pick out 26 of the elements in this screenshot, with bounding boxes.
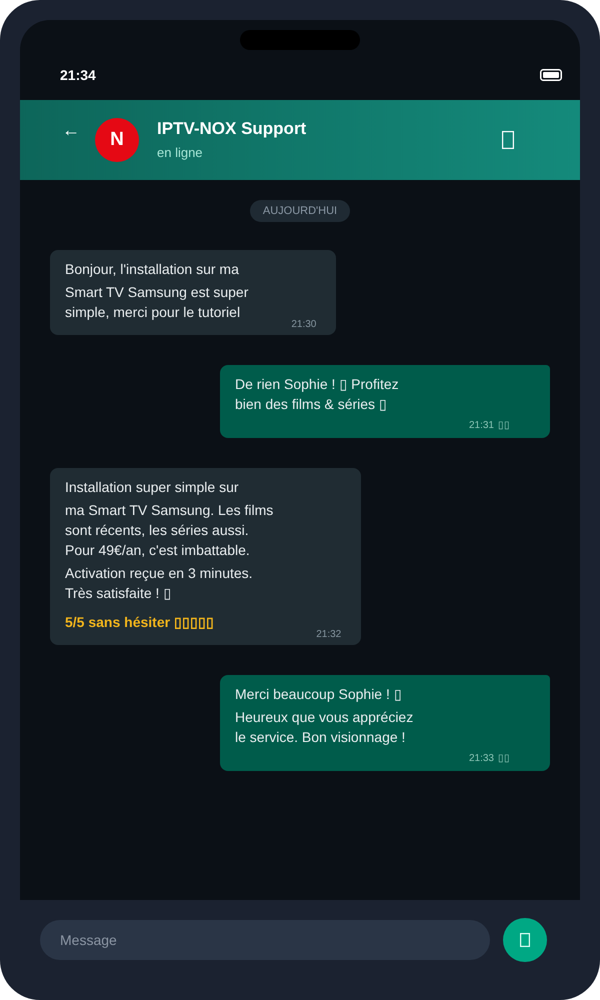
message-time: 21:30	[291, 319, 316, 331]
message-text: ma Smart TV Samsung. Les films sont récents, les séries aussi. Pour 49€/an, c'est imbattable.	[65, 501, 274, 560]
status-glyphs: ▯▯	[498, 753, 510, 765]
message-text: Activation reçue en 3 minutes. Très satisfaite ! ▯	[65, 564, 254, 603]
message-text: Bonjour, l'installation sur ma	[65, 260, 240, 279]
rating-text: 5/5 sans hésiter ▯▯▯▯▯	[65, 613, 215, 632]
message-text: Heureux que vous appréciez le service. Bon visionnage !	[235, 708, 414, 747]
message-text: Smart TV Samsung est super simple, merci pour le tutoriel	[65, 283, 248, 322]
message-time: 21:33	[468, 753, 494, 765]
contact-name: IPTV-NOX Support	[157, 118, 308, 140]
date-chip: AUJOURD'HUI	[250, 200, 350, 222]
rectangle-icon[interactable]	[502, 131, 514, 149]
message-time: 21:31	[468, 420, 494, 432]
message-time: 21:32	[316, 629, 342, 641]
avatar: N	[95, 118, 139, 162]
contact-status: en ligne	[157, 144, 204, 162]
battery-icon	[540, 69, 562, 81]
message-text: Merci beaucoup Sophie ! ▯	[235, 685, 403, 704]
message-text: De rien Sophie ! ▯ Profitez bien des films & séries ▯	[235, 375, 400, 414]
message-field[interactable]: Message	[40, 920, 490, 960]
message-text: Installation super simple sur	[65, 478, 240, 497]
status-time: 21:34	[60, 66, 96, 85]
send-button[interactable]	[503, 918, 547, 962]
rectangle-icon	[520, 933, 530, 947]
back-button[interactable]: ←	[62, 118, 80, 142]
status-glyphs: ▯▯	[498, 420, 510, 432]
